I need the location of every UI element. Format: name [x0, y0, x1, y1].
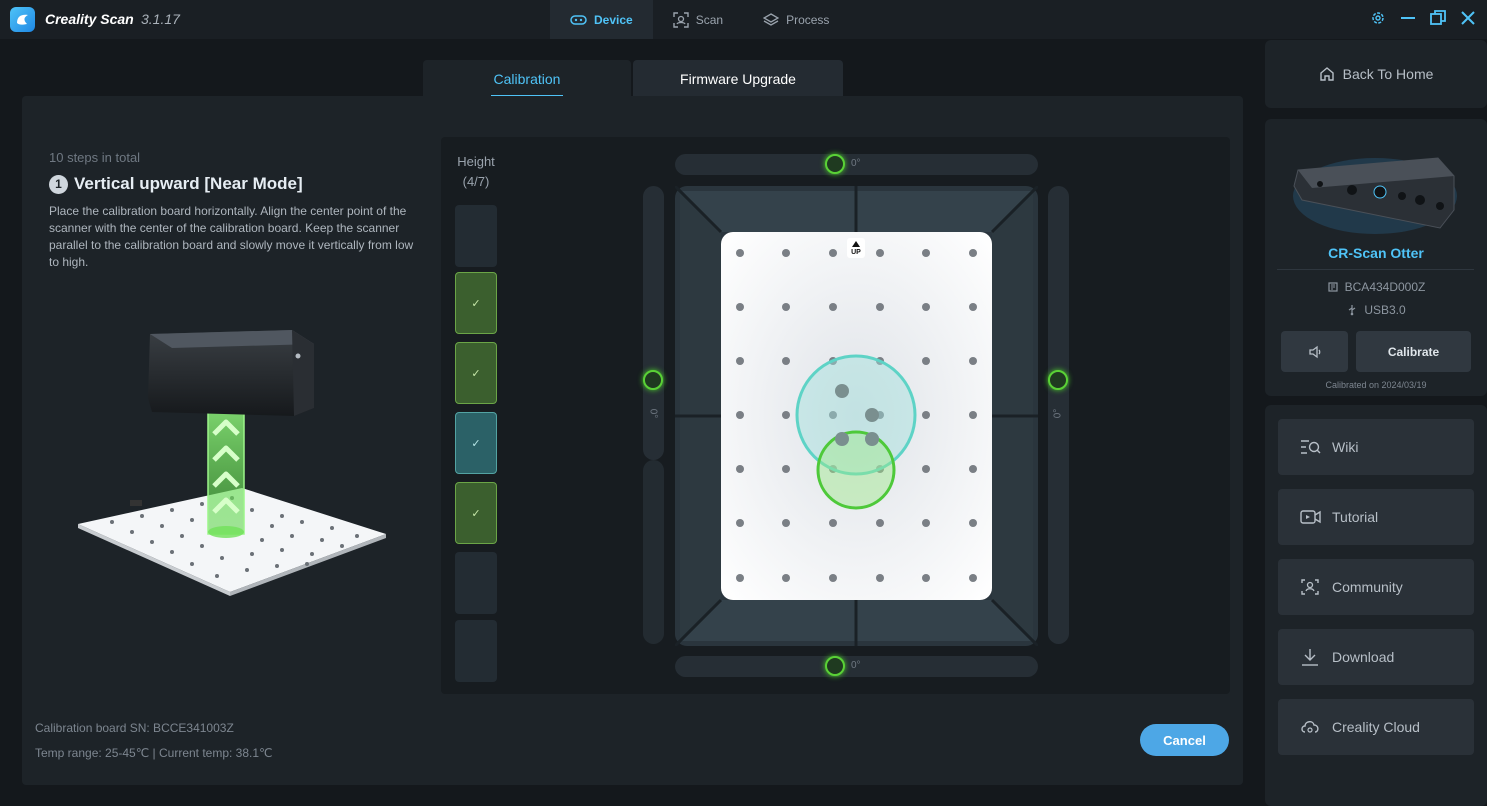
scanner-device-image: [1293, 157, 1457, 234]
steps-total: 10 steps in total: [49, 150, 141, 165]
back-to-home-button[interactable]: Back To Home: [1265, 40, 1487, 108]
check-icon: ✓: [471, 437, 481, 450]
usb-icon: [1348, 305, 1356, 316]
angle-rail-left-lower: [643, 460, 664, 644]
height-progress-label: Height (4/7): [455, 152, 497, 192]
angle-indicator-left: [643, 370, 663, 390]
height-step-2: [455, 552, 497, 614]
check-icon: ✓: [471, 367, 481, 380]
angle-indicator-right: [1048, 370, 1068, 390]
height-step-5: ✓: [455, 342, 497, 404]
restore-icon[interactable]: [1429, 8, 1447, 28]
height-step-3: ✓: [455, 482, 497, 544]
wiki-link[interactable]: Wiki: [1278, 419, 1474, 475]
close-icon[interactable]: [1459, 8, 1477, 28]
community-icon: [1301, 579, 1319, 595]
creality-cloud-link[interactable]: Creality Cloud: [1278, 699, 1474, 755]
tab-process-label: Process: [786, 12, 830, 27]
sound-button[interactable]: [1281, 331, 1348, 372]
calibration-board-sn: Calibration board SN: BCCE341003Z: [35, 721, 234, 735]
calibration-subtabs: Calibration Firmware Upgrade: [423, 60, 843, 97]
app-logo-icon: [10, 7, 35, 32]
device-connection: USB3.0: [1265, 303, 1487, 317]
cancel-button[interactable]: Cancel: [1140, 724, 1229, 756]
speaker-icon: [1308, 345, 1320, 358]
scan-icon: [673, 11, 689, 28]
minimize-icon[interactable]: [1399, 8, 1417, 28]
settings-gear-icon[interactable]: [1369, 8, 1387, 28]
window-controls: [1369, 8, 1477, 28]
device-serial-text: BCA434D000Z: [1344, 280, 1426, 294]
step-title-text: Vertical upward [Near Mode]: [74, 174, 303, 193]
download-icon: [1302, 649, 1318, 666]
tab-device-label: Device: [594, 12, 633, 27]
tutorial-link-label: Tutorial: [1332, 509, 1379, 525]
angle-value-top: 0°: [851, 158, 861, 169]
wiki-search-icon: [1301, 440, 1321, 454]
device-serial: BCA434D000Z: [1265, 280, 1487, 294]
angle-rail-left: [643, 186, 664, 460]
check-icon: ✓: [471, 297, 481, 310]
height-step-6: ✓: [455, 272, 497, 334]
angle-indicator-top: [825, 154, 845, 174]
video-icon: [1300, 510, 1321, 524]
scanner-illustration: [78, 330, 386, 596]
chip-icon: [1328, 282, 1338, 292]
check-icon: ✓: [471, 507, 481, 520]
angle-value-bottom: 0°: [851, 660, 861, 671]
community-link[interactable]: Community: [1278, 559, 1474, 615]
tutorial-link[interactable]: Tutorial: [1278, 489, 1474, 545]
cloud-icon: [1301, 721, 1319, 733]
layers-icon: [763, 12, 780, 26]
height-step-4: ✓: [455, 412, 497, 474]
download-link[interactable]: Download: [1278, 629, 1474, 685]
height-step-7: [455, 205, 497, 267]
wiki-link-label: Wiki: [1332, 439, 1359, 455]
tab-process[interactable]: Process: [743, 0, 849, 39]
app-name: Creality Scan: [45, 11, 134, 27]
temperature-info: Temp range: 25-45℃ | Current temp: 38.1℃: [35, 746, 273, 760]
device-connection-text: USB3.0: [1364, 303, 1406, 317]
angle-value-left: 0°: [647, 408, 659, 419]
back-to-home-label: Back To Home: [1342, 66, 1434, 82]
device-icon: [570, 14, 587, 25]
tab-scan-label: Scan: [695, 12, 724, 27]
tab-firmware-upgrade[interactable]: Firmware Upgrade: [633, 60, 843, 97]
calibrate-button[interactable]: Calibrate: [1356, 331, 1471, 372]
angle-value-right: 0°: [1052, 408, 1064, 419]
home-icon: [1319, 67, 1334, 81]
board-up-marker: UP: [851, 249, 861, 256]
calibrated-on-date: Calibrated on 2024/03/19: [1325, 380, 1427, 390]
community-link-label: Community: [1332, 579, 1403, 595]
step-description: Place the calibration board horizontally…: [49, 204, 414, 269]
creality-cloud-link-label: Creality Cloud: [1332, 719, 1420, 735]
device-divider: [1277, 269, 1474, 270]
height-label-text: Height: [457, 154, 495, 169]
tab-scan[interactable]: Scan: [653, 0, 743, 39]
step-title: 1 Vertical upward [Near Mode]: [49, 174, 303, 194]
height-step-1: [455, 620, 497, 682]
top-nav: Device Scan Process: [550, 0, 849, 39]
height-progress-count: (4/7): [462, 174, 490, 189]
tab-device[interactable]: Device: [550, 0, 653, 39]
title-bar: Creality Scan 3.1.17 Device Scan Process: [0, 0, 1487, 39]
step-number-badge: 1: [49, 174, 68, 194]
app-version: 3.1.17: [141, 11, 180, 27]
angle-indicator-bottom: [825, 656, 845, 676]
download-link-label: Download: [1332, 649, 1395, 665]
tab-calibration[interactable]: Calibration: [423, 60, 631, 97]
device-name: CR-Scan Otter: [1328, 245, 1424, 261]
